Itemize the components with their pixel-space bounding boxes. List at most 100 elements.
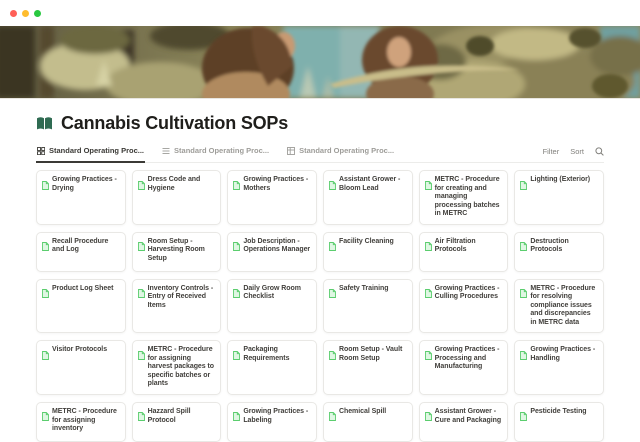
sop-card-title: Lighting (Exterior) (530, 176, 590, 185)
green-document-icon (138, 238, 145, 247)
sop-card[interactable]: Assistant Grower - Cure and Packaging (419, 402, 509, 442)
green-document-icon (233, 285, 240, 294)
sop-card-title: Growing Practices - Drying (52, 176, 120, 193)
sop-card-title: Growing Practices - Mothers (243, 176, 311, 193)
green-document-icon (329, 238, 336, 247)
tab-standard-operating-procedures-table[interactable]: Standard Operating Proc... (286, 142, 395, 163)
sop-card[interactable]: Chemical Spill (323, 402, 413, 442)
window-titlebar (0, 0, 640, 26)
sop-card-title: METRC - Procedure for assigning inventor… (52, 408, 120, 434)
green-open-book-icon (36, 116, 53, 131)
sop-card-title: Growing Practices - Processing and Manuf… (435, 346, 503, 372)
green-document-icon (329, 408, 336, 417)
sop-card[interactable]: Safety Training (323, 279, 413, 334)
sop-card-title: Inventory Controls - Entry of Received I… (148, 285, 216, 311)
green-document-icon (42, 285, 49, 294)
sop-card[interactable]: Growing Practices - Processing and Manuf… (419, 340, 509, 395)
sort-button[interactable]: Sort (570, 147, 584, 156)
green-document-icon (138, 177, 145, 186)
sop-card-title: Product Log Sheet (52, 285, 113, 294)
sop-card[interactable]: Growing Practices - Drying (36, 170, 126, 225)
sop-card[interactable]: Room Setup - Harvesting Room Setup (132, 232, 222, 272)
green-document-icon (329, 285, 336, 294)
green-document-icon (520, 347, 527, 356)
sop-card[interactable]: Air Filtration Protocols (419, 232, 509, 272)
green-document-icon (425, 177, 432, 186)
sop-card[interactable]: METRC - Procedure for assigning harvest … (132, 340, 222, 395)
sop-card[interactable]: Growing Practices - Labeling (227, 402, 317, 442)
sop-card[interactable]: METRC - Procedure for resolving complian… (514, 279, 604, 334)
green-document-icon (425, 408, 432, 417)
sop-card-title: Room Setup - Harvesting Room Setup (148, 238, 216, 264)
close-window-button[interactable] (10, 10, 17, 17)
list-view-icon (162, 147, 170, 155)
sop-card[interactable]: Assistant Grower - Bloom Lead (323, 170, 413, 225)
sop-card[interactable]: METRC - Procedure for creating and manag… (419, 170, 509, 225)
green-document-icon (42, 238, 49, 247)
sop-card[interactable]: Daily Grow Room Checklist (227, 279, 317, 334)
sop-card[interactable]: Product Log Sheet (36, 279, 126, 334)
zoom-window-button[interactable] (34, 10, 41, 17)
green-document-icon (233, 177, 240, 186)
green-document-icon (329, 347, 336, 356)
sop-card-title: Facility Cleaning (339, 238, 394, 247)
sop-card[interactable]: METRC - Procedure for assigning inventor… (36, 402, 126, 442)
sop-card[interactable]: Pesticide Testing (514, 402, 604, 442)
green-document-icon (138, 347, 145, 356)
green-document-icon (520, 285, 527, 294)
sop-card-title: METRC - Procedure for resolving complian… (530, 285, 598, 328)
green-document-icon (520, 408, 527, 417)
sop-card[interactable]: Facility Cleaning (323, 232, 413, 272)
sop-card-title: Room Setup - Vault Room Setup (339, 346, 407, 363)
green-document-icon (520, 177, 527, 186)
sop-card-title: Growing Practices - Labeling (243, 408, 311, 425)
sop-card[interactable]: Hazzard Spill Protocol (132, 402, 222, 442)
sop-card-title: Assistant Grower - Bloom Lead (339, 176, 407, 193)
tab-label: Standard Operating Proc... (174, 146, 269, 155)
sop-card-title: Hazzard Spill Protocol (148, 408, 216, 425)
view-toolbar: Filter Sort (543, 147, 604, 162)
filter-button[interactable]: Filter (543, 147, 560, 156)
sop-card[interactable]: Packaging Requirements (227, 340, 317, 395)
green-document-icon (42, 347, 49, 356)
sop-card-title: Growing Practices - Handling (530, 346, 598, 363)
green-document-icon (425, 285, 432, 294)
sop-card-title: Job Description - Operations Manager (243, 238, 311, 255)
sop-card-title: METRC - Procedure for assigning harvest … (148, 346, 216, 389)
sop-card-title: Visitor Protocols (52, 346, 107, 355)
minimize-window-button[interactable] (22, 10, 29, 17)
sop-card[interactable]: Room Setup - Vault Room Setup (323, 340, 413, 395)
gallery-view-icon (37, 147, 45, 155)
sop-card-title: Chemical Spill (339, 408, 386, 417)
sop-card[interactable]: Growing Practices - Handling (514, 340, 604, 395)
page-content: Cannabis Cultivation SOPs Standard Opera… (0, 112, 640, 442)
sop-card-title: Safety Training (339, 285, 388, 294)
sop-card-title: Air Filtration Protocols (435, 238, 503, 255)
sop-card-title: Destruction Protocols (530, 238, 598, 255)
sop-card-title: Growing Practices - Culling Procedures (435, 285, 503, 302)
page-title: Cannabis Cultivation SOPs (61, 113, 288, 134)
sop-card-title: Daily Grow Room Checklist (243, 285, 311, 302)
green-document-icon (233, 408, 240, 417)
tab-standard-operating-procedures-gallery[interactable]: Standard Operating Proc... (36, 142, 145, 163)
sop-card[interactable]: Job Description - Operations Manager (227, 232, 317, 272)
sop-card[interactable]: Growing Practices - Mothers (227, 170, 317, 225)
view-tab-bar: Standard Operating Proc... Standard Oper… (36, 142, 604, 163)
search-icon[interactable] (595, 147, 604, 156)
tab-label: Standard Operating Proc... (299, 146, 394, 155)
green-document-icon (42, 408, 49, 417)
sop-card[interactable]: Lighting (Exterior) (514, 170, 604, 225)
sop-card[interactable]: Dress Code and Hygiene (132, 170, 222, 225)
sop-card[interactable]: Growing Practices - Culling Procedures (419, 279, 509, 334)
sop-card-title: Pesticide Testing (530, 408, 586, 417)
cover-image (0, 26, 640, 99)
sop-card-title: Assistant Grower - Cure and Packaging (435, 408, 503, 425)
page-header: Cannabis Cultivation SOPs (36, 112, 604, 134)
sop-card[interactable]: Destruction Protocols (514, 232, 604, 272)
tab-standard-operating-procedures-list[interactable]: Standard Operating Proc... (161, 142, 270, 163)
sop-card[interactable]: Inventory Controls - Entry of Received I… (132, 279, 222, 334)
green-document-icon (138, 285, 145, 294)
green-document-icon (329, 177, 336, 186)
sop-card[interactable]: Visitor Protocols (36, 340, 126, 395)
sop-card[interactable]: Recall Procedure and Log (36, 232, 126, 272)
